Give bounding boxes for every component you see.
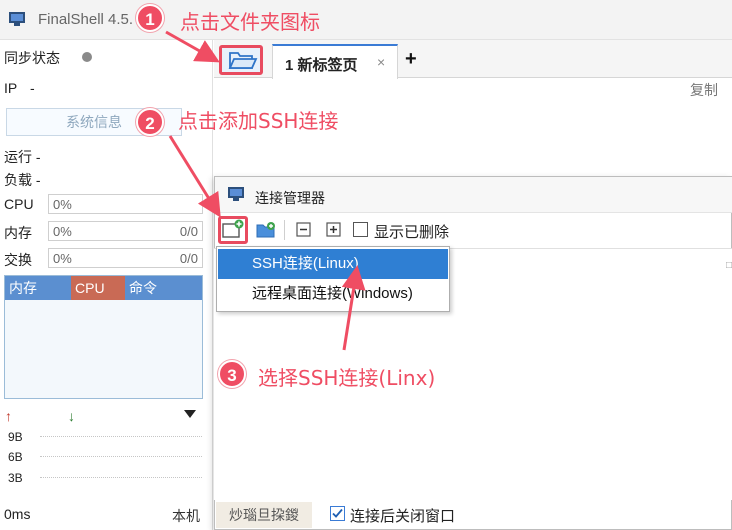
step-1-note: 点击文件夹图标 <box>180 10 320 34</box>
tab-label: 1 新标签页 <box>285 57 358 74</box>
net-gridline <box>40 477 202 478</box>
local-host-label[interactable]: 本机 <box>172 506 200 526</box>
toolbar-separator <box>284 220 285 240</box>
new-connection-button[interactable] <box>218 216 248 244</box>
ip-value: - <box>30 80 35 96</box>
sync-status-dot <box>82 52 92 62</box>
ping-latency: 0ms <box>4 506 31 522</box>
new-connection-menu: SSH连接(Linux) 远程桌面连接(Windows) <box>216 246 450 312</box>
ip-label: IP <box>4 80 18 96</box>
load-label: 负载 - <box>4 172 41 188</box>
uptime-label: 运行 - <box>4 149 41 165</box>
net-scale-label: 3B <box>8 471 23 485</box>
net-scale-label: 9B <box>8 430 23 444</box>
folder-icon <box>228 52 258 69</box>
column-memory[interactable]: 内存 <box>5 276 71 300</box>
finalshell-logo-icon <box>9 12 25 26</box>
new-folder-icon[interactable] <box>256 221 276 239</box>
memory-usage-bar: 0% 0/0 <box>48 221 203 241</box>
sync-status-label: 同步状态 <box>4 50 60 66</box>
memory-usage-value: 0% <box>53 224 72 239</box>
cpu-label: CPU <box>4 196 34 212</box>
memory-usage-total: 0/0 <box>179 224 198 239</box>
step-2-note: 点击添加SSH连接 <box>178 109 339 133</box>
app-title: FinalShell 4.5. <box>38 11 134 28</box>
tab-close-icon[interactable]: × <box>377 54 385 70</box>
net-gridline <box>40 436 202 437</box>
menu-item-ssh-linux[interactable]: SSH连接(Linux) <box>218 249 448 279</box>
net-scale-label: 6B <box>8 450 23 464</box>
upload-arrow-icon: ↑ <box>5 408 12 424</box>
swap-usage-value: 0% <box>53 251 72 266</box>
copy-ip-button[interactable]: 复制 <box>690 80 718 100</box>
menu-item-rdp-windows[interactable]: 远程桌面连接(Windows) <box>218 279 448 309</box>
step-1-marker: 1 <box>136 4 164 32</box>
expand-all-icon[interactable] <box>324 221 344 239</box>
dialog-title-bar[interactable]: 连接管理器 <box>215 177 732 213</box>
download-arrow-icon: ↓ <box>68 408 75 424</box>
collapse-all-icon[interactable] <box>294 221 314 239</box>
swap-label: 交换 <box>4 252 32 268</box>
step-2-marker: 2 <box>136 108 164 136</box>
close-after-connect-label: 连接后关闭窗口 <box>350 508 456 525</box>
show-deleted-label: 显示已删除 <box>374 224 450 241</box>
swap-usage-total: 0/0 <box>179 251 198 266</box>
tab-new-tab[interactable]: 1 新标签页 × <box>272 44 398 79</box>
column-command[interactable]: 命令 <box>125 276 202 300</box>
scroll-marker-icon: □ <box>726 260 732 271</box>
new-connection-icon <box>222 219 244 238</box>
process-table[interactable]: 内存 CPU 命令 <box>4 275 203 399</box>
network-select-dropdown-icon[interactable] <box>184 410 196 418</box>
cpu-usage-value: 0% <box>53 197 72 212</box>
dialog-title: 连接管理器 <box>255 190 325 206</box>
memory-label: 内存 <box>4 225 32 241</box>
open-connection-manager-button[interactable] <box>219 45 263 75</box>
swap-usage-bar: 0% 0/0 <box>48 248 203 268</box>
dialog-status-tab[interactable]: 炒瑙旦挅鍐 <box>216 502 312 528</box>
cpu-usage-bar: 0% <box>48 194 203 214</box>
step-3-note: 选择SSH连接(Linx) <box>258 366 436 390</box>
close-after-connect-checkbox[interactable] <box>330 506 345 521</box>
net-gridline <box>40 456 202 457</box>
finalshell-logo-icon <box>228 187 244 201</box>
step-3-marker: 3 <box>218 360 246 388</box>
title-bar: FinalShell 4.5. <box>0 0 732 40</box>
checkmark-icon <box>332 508 343 518</box>
process-table-header: 内存 CPU 命令 <box>5 276 202 300</box>
column-cpu[interactable]: CPU <box>71 276 125 300</box>
show-deleted-checkbox[interactable] <box>353 222 368 237</box>
add-tab-button[interactable]: + <box>405 48 417 71</box>
